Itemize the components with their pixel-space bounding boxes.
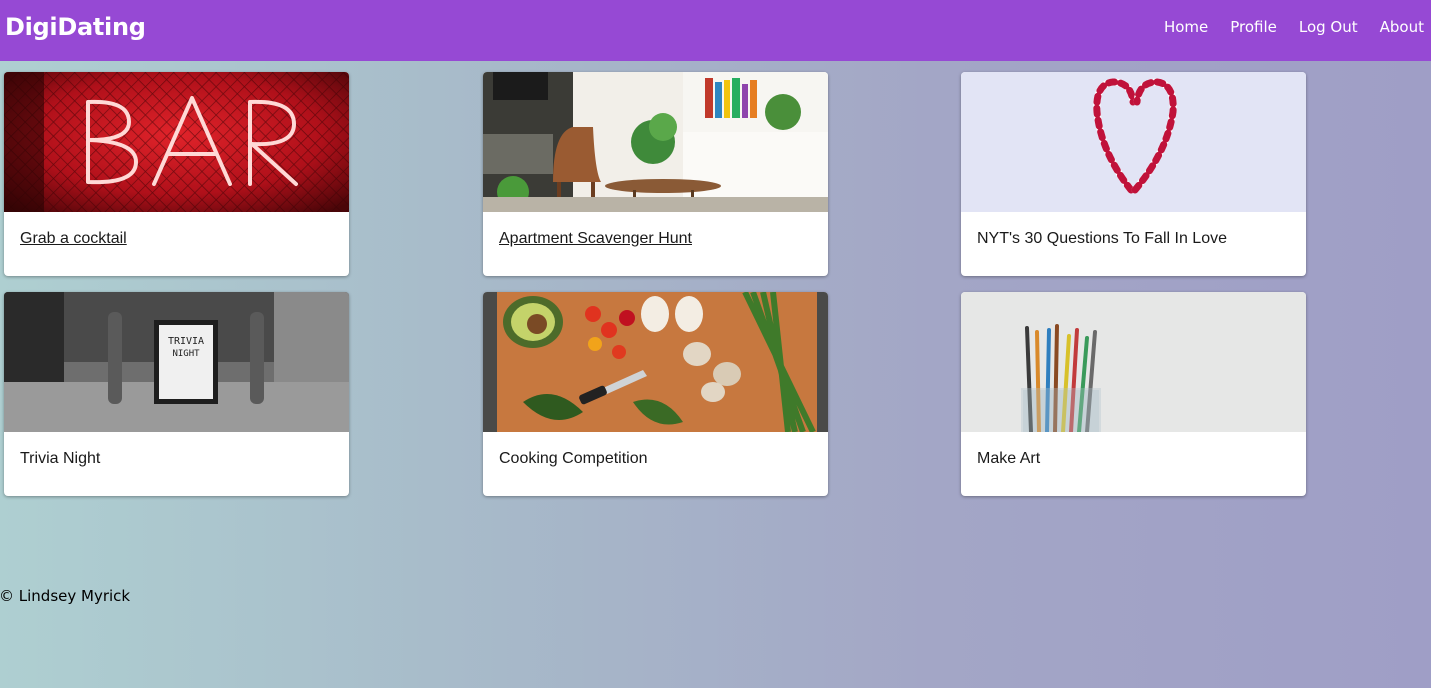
trivia-night-sign-image: TRIVIA NIGHT	[4, 292, 349, 432]
living-room-image	[483, 72, 828, 212]
nav-link-profile[interactable]: Profile	[1230, 18, 1277, 36]
neon-bar-sign-image	[4, 72, 349, 212]
vegetables-cutting-board-image	[483, 292, 828, 432]
date-card-apartment-scavenger-hunt[interactable]: Apartment Scavenger Hunt	[483, 72, 828, 276]
nav-links: Home Profile Log Out About	[1164, 18, 1424, 36]
card-title: NYT's 30 Questions To Fall In Love	[977, 230, 1227, 247]
footer-copyright: © Lindsey Myrick	[0, 587, 131, 605]
nav-link-home[interactable]: Home	[1164, 18, 1208, 36]
card-title[interactable]: Apartment Scavenger Hunt	[499, 230, 692, 248]
svg-text:NIGHT: NIGHT	[172, 349, 200, 359]
paint-brushes-jar-image	[961, 292, 1306, 432]
date-card-cooking-competition[interactable]: Cooking Competition	[483, 292, 828, 496]
svg-text:TRIVIA: TRIVIA	[168, 336, 204, 347]
card-title[interactable]: Grab a cocktail	[20, 230, 127, 248]
nav-link-logout[interactable]: Log Out	[1299, 18, 1358, 36]
date-card-make-art[interactable]: Make Art	[961, 292, 1306, 496]
date-card-nyt-questions[interactable]: NYT's 30 Questions To Fall In Love	[961, 72, 1306, 276]
card-title: Cooking Competition	[499, 450, 648, 467]
candy-cane-heart-image	[961, 72, 1306, 212]
nav-link-about[interactable]: About	[1380, 18, 1424, 36]
navbar: DigiDating Home Profile Log Out About	[0, 0, 1431, 61]
brand-logo[interactable]: DigiDating	[5, 13, 146, 41]
card-title: Make Art	[977, 450, 1041, 467]
date-card-cocktail[interactable]: Grab a cocktail	[4, 72, 349, 276]
date-card-trivia-night[interactable]: TRIVIA NIGHT Trivia Night	[4, 292, 349, 496]
card-title: Trivia Night	[20, 450, 101, 467]
